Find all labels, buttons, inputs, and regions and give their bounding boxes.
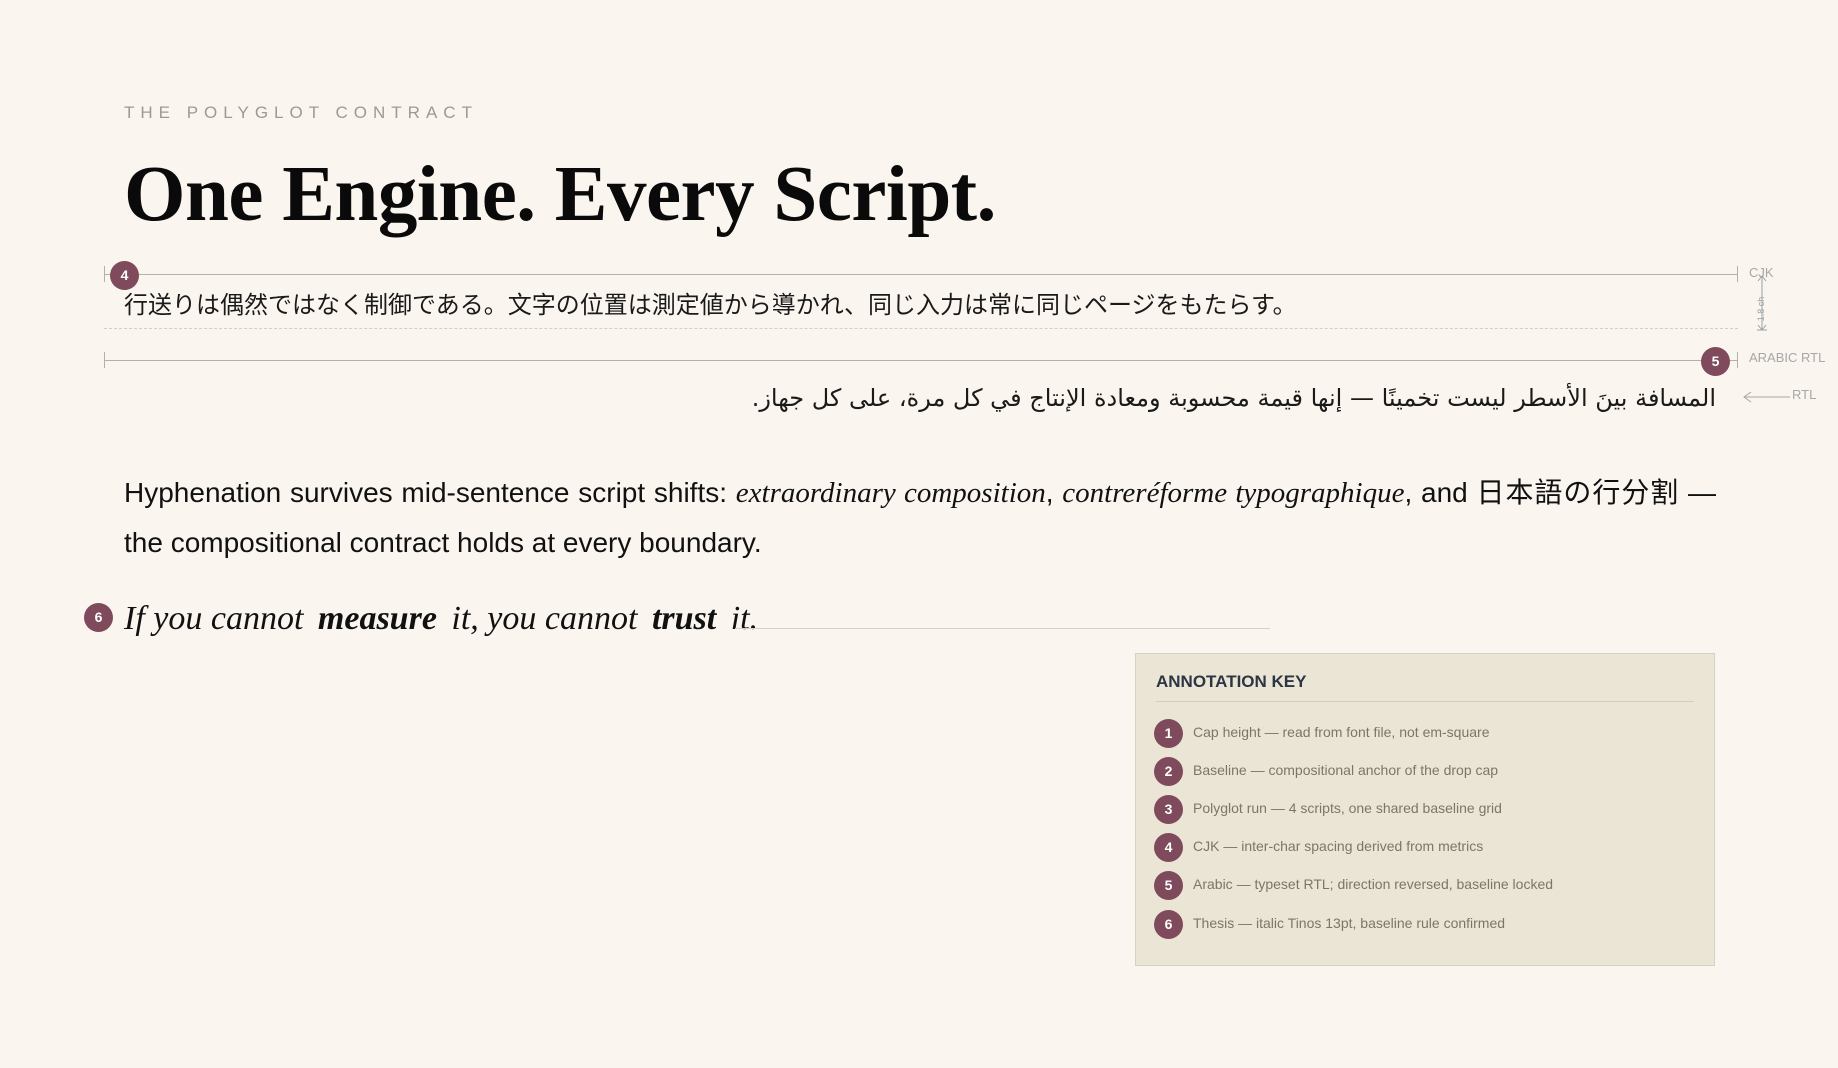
- arabic-text-line: المسافة بينَ الأسطر ليست تخمينًا — إنها …: [751, 384, 1716, 412]
- cjk-dimension-label: 1.8 ch: [1756, 296, 1766, 322]
- key-text: CJK — inter-char spacing derived from me…: [1193, 838, 1484, 854]
- key-badge-5: 5: [1154, 871, 1183, 900]
- arabic-baseline-rule: [104, 360, 1738, 361]
- thesis-bold-trust: trust: [651, 600, 717, 637]
- key-badge-2: 2: [1154, 757, 1183, 786]
- key-text: Baseline — compositional anchor of the d…: [1193, 762, 1499, 778]
- key-text: Arabic — typeset RTL; direction reversed…: [1193, 876, 1554, 892]
- key-badge-6: 6: [1154, 910, 1183, 939]
- annotation-badge-4: 4: [110, 261, 139, 290]
- cjk-dashed-guide: [104, 328, 1738, 329]
- key-badge-4: 4: [1154, 833, 1183, 862]
- key-badge-3: 3: [1154, 795, 1183, 824]
- cjk-text-line: 行送りは偶然ではなく制御である。文字の位置は測定値から導かれ、同じ入力は常に同じ…: [124, 291, 1297, 319]
- key-text: Thesis — italic Tinos 13pt, baseline rul…: [1193, 915, 1506, 931]
- thesis-part-2: it, you cannot: [442, 600, 646, 637]
- thesis-part-3: it.: [722, 600, 759, 637]
- annotation-badge-5: 5: [1701, 347, 1730, 376]
- paragraph-separator: ,: [1045, 477, 1063, 508]
- cjk-baseline-rule: [104, 274, 1738, 275]
- annotation-key-title: ANNOTATION KEY: [1156, 672, 1307, 691]
- paragraph-italic-english: extraordinary composition: [735, 477, 1046, 509]
- key-text: Cap height — read from font file, not em…: [1193, 724, 1490, 740]
- cjk-rule-tick-left: [104, 266, 105, 282]
- annotation-key-panel: ANNOTATION KEY 1 Cap height — read from …: [1135, 653, 1715, 966]
- polyglot-paragraph: Hyphenation survives mid-sentence script…: [124, 468, 1716, 568]
- arabic-rule-tick-right: [1737, 352, 1738, 368]
- arabic-rule-tick-left: [104, 352, 105, 368]
- key-text: Polyglot run — 4 scripts, one shared bas…: [1193, 800, 1502, 816]
- paragraph-lead: Hyphenation survives mid-sentence script…: [124, 477, 736, 508]
- thesis-bold-measure: measure: [317, 600, 437, 637]
- cjk-rule-tick-right: [1737, 266, 1738, 282]
- rtl-direction-label: RTL: [1792, 387, 1817, 402]
- thesis-part-1: If you cannot: [124, 600, 312, 637]
- eyebrow-label: THE POLYGLOT CONTRACT: [124, 103, 478, 122]
- thesis-line: If you cannot measure it, you cannot tru…: [124, 594, 758, 644]
- paragraph-italic-french: contreréforme typographique: [1062, 477, 1405, 509]
- arabic-margin-label: ARABIC RTL: [1749, 350, 1826, 365]
- page-title: One Engine. Every Script.: [124, 151, 996, 238]
- rtl-arrow-icon: [1743, 391, 1790, 403]
- key-badge-1: 1: [1154, 719, 1183, 748]
- annotation-key-divider: [1156, 701, 1694, 702]
- annotation-badge-6: 6: [84, 603, 113, 632]
- thesis-baseline-rule: [735, 628, 1270, 629]
